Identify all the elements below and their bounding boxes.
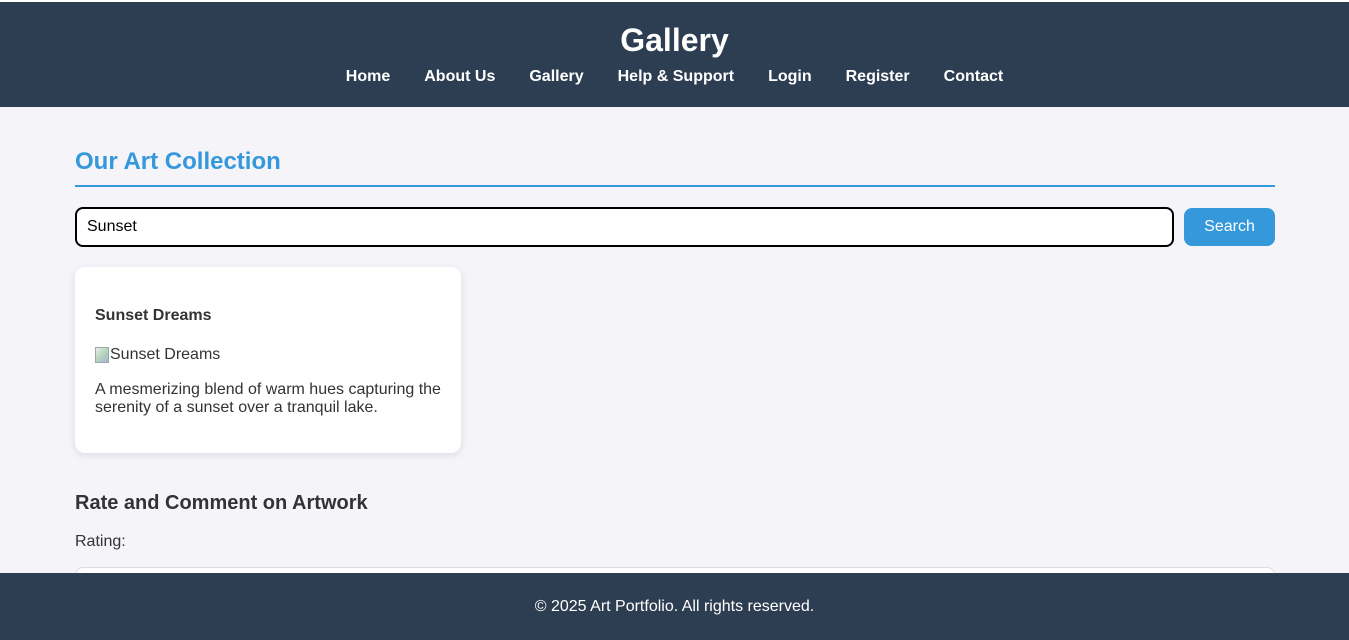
nav-help-support[interactable]: Help & Support xyxy=(618,66,734,88)
art-title: Sunset Dreams xyxy=(95,307,212,324)
main-nav: Home About Us Gallery Help & Support Log… xyxy=(0,66,1349,88)
rating-label: Rating: xyxy=(75,533,126,550)
nav-contact[interactable]: Contact xyxy=(944,66,1004,88)
art-card: Sunset Dreams Sunset Dreams A mesmerizin… xyxy=(75,267,461,453)
search-button[interactable]: Search xyxy=(1184,208,1275,246)
nav-register[interactable]: Register xyxy=(846,66,910,88)
nav-login[interactable]: Login xyxy=(768,66,812,88)
site-title: Gallery xyxy=(620,22,729,58)
footer-text: © 2025 Art Portfolio. All rights reserve… xyxy=(534,598,815,615)
broken-image-icon xyxy=(95,347,109,363)
search-input[interactable] xyxy=(75,207,1174,247)
art-description: A mesmerizing blend of warm hues capturi… xyxy=(95,381,441,416)
nav-about-us[interactable]: About Us xyxy=(424,66,495,88)
nav-home[interactable]: Home xyxy=(346,66,390,88)
art-image: Sunset Dreams xyxy=(95,346,220,364)
site-footer: © 2025 Art Portfolio. All rights reserve… xyxy=(0,573,1349,640)
site-header: Gallery Home About Us Gallery Help & Sup… xyxy=(0,2,1349,107)
rate-heading: Rate and Comment on Artwork xyxy=(75,492,368,514)
nav-gallery[interactable]: Gallery xyxy=(529,66,583,88)
section-title: Our Art Collection xyxy=(75,147,1275,187)
art-image-alt: Sunset Dreams xyxy=(110,346,221,363)
